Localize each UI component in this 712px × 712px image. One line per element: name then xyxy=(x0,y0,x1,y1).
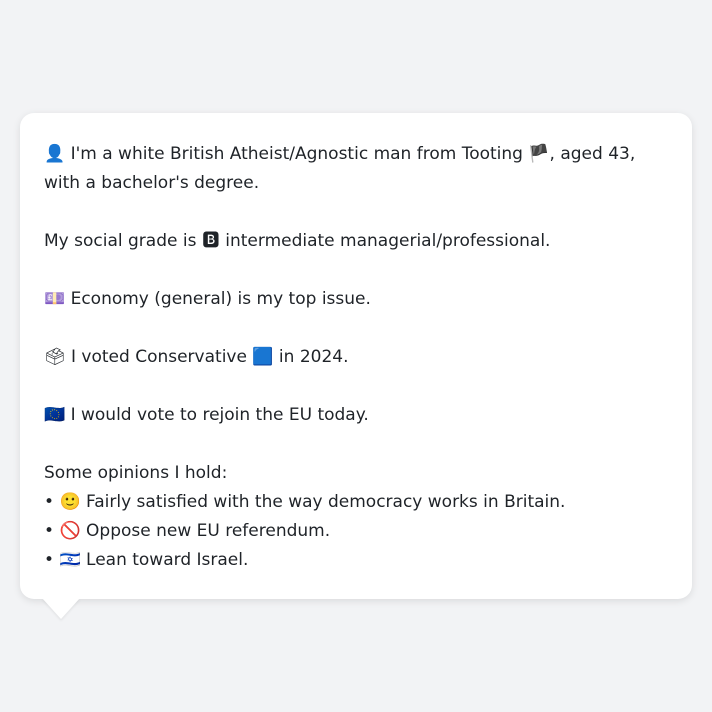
ballot-box-icon: 🗳 xyxy=(44,347,66,367)
list-item: • 🇮🇱 Lean toward Israel. xyxy=(44,546,668,575)
bullet: • xyxy=(44,492,55,512)
prohibited-icon: 🚫 xyxy=(59,521,81,541)
top-issue-line: 💷 Economy (general) is my top issue. xyxy=(44,285,668,314)
blue-square-icon: 🟦 xyxy=(252,347,274,367)
social-grade-prefix: My social grade is xyxy=(44,231,197,251)
bubble-tail xyxy=(42,598,80,619)
vote-year: in 2024. xyxy=(278,347,349,367)
bullet: • xyxy=(44,521,55,541)
eu-line: 🇪🇺 I would vote to rejoin the EU today. xyxy=(44,401,668,430)
social-grade-line: My social grade is 🅱 intermediate manage… xyxy=(44,227,668,256)
vote-line: 🗳 I voted Conservative 🟦 in 2024. xyxy=(44,343,668,372)
chat-bubble: 👤 I'm a white British Atheist/Agnostic m… xyxy=(20,113,692,599)
b-badge-icon: 🅱 xyxy=(202,231,220,251)
bullet: • xyxy=(44,550,55,570)
opinion-text: Oppose new EU referendum. xyxy=(86,521,331,541)
list-item: • 🙂 Fairly satisfied with the way democr… xyxy=(44,488,668,517)
smile-icon: 🙂 xyxy=(59,492,81,512)
opinion-text: Fairly satisfied with the way democracy … xyxy=(86,492,566,512)
list-item: • 🚫 Oppose new EU referendum. xyxy=(44,517,668,546)
opinions-heading: Some opinions I hold: xyxy=(44,463,228,483)
israel-flag-icon: 🇮🇱 xyxy=(59,550,81,570)
opinions-list: • 🙂 Fairly satisfied with the way democr… xyxy=(44,488,668,575)
eu-text: I would vote to rejoin the EU today. xyxy=(70,405,369,425)
opinion-text: Lean toward Israel. xyxy=(86,550,249,570)
vote-text: I voted Conservative xyxy=(71,347,247,367)
top-issue-text: Economy (general) is my top issue. xyxy=(70,289,371,309)
england-flag-icon: 🏴 xyxy=(528,144,550,164)
social-grade-value: intermediate managerial/professional. xyxy=(225,231,551,251)
intro-line: 👤 I'm a white British Atheist/Agnostic m… xyxy=(44,140,668,198)
person-icon: 👤 xyxy=(44,144,66,164)
eu-flag-icon: 🇪🇺 xyxy=(44,405,66,425)
intro-text: I'm a white British Atheist/Agnostic man… xyxy=(70,144,523,164)
money-icon: 💷 xyxy=(44,289,66,309)
